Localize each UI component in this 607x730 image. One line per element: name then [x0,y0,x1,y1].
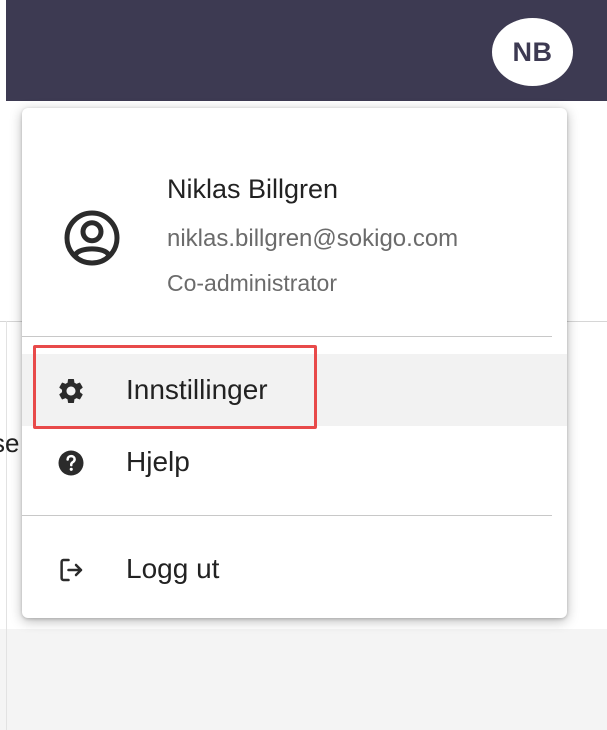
menu-item-help[interactable]: Hjelp [22,426,567,498]
account-circle-icon [64,210,120,266]
user-avatar-button[interactable]: NB [492,18,573,86]
user-info: Niklas Billgren niklas.billgren@sokigo.c… [22,108,567,336]
user-email: niklas.billgren@sokigo.com [167,225,459,252]
user-role: Co-administrator [167,270,337,296]
menu-item-logout-label: Logg ut [126,553,220,584]
menu-item-settings-label: Innstillinger [126,374,268,405]
menu-divider [22,336,552,337]
menu-divider [22,515,552,516]
menu-item-logout[interactable]: Logg ut [22,533,567,605]
user-menu-dropdown: Niklas Billgren niklas.billgren@sokigo.c… [22,108,567,618]
background-border [6,321,7,730]
menu-item-help-label: Hjelp [126,446,190,477]
menu-item-settings[interactable]: Innstillinger [22,354,567,426]
user-name: Niklas Billgren [167,174,339,204]
background-text-fragment: se [0,428,20,458]
logout-icon [60,558,83,582]
top-app-bar: NB [0,0,607,101]
gear-icon [59,379,83,403]
help-circle-icon [58,450,84,476]
